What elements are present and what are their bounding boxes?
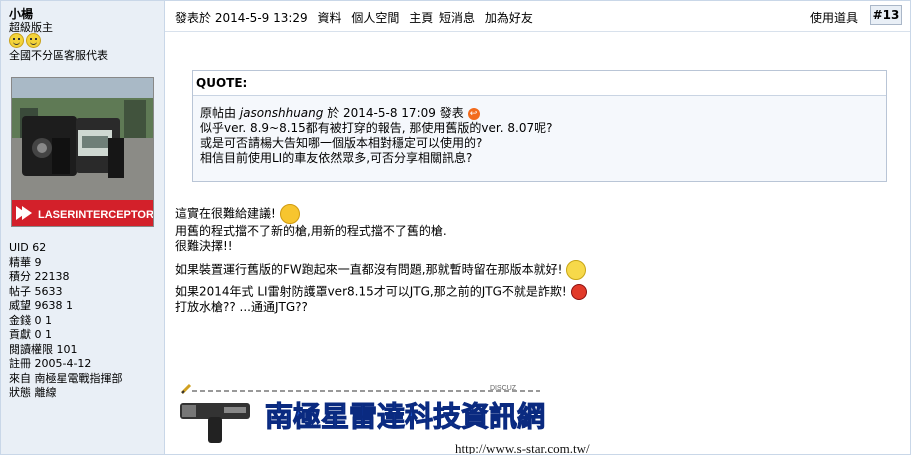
message-line: 如果2014年式 LI雷射防護罩ver8.15才可以JTG,那之前的JTG不就是… xyxy=(175,284,567,299)
post-message: 這實在很難給建議! 用舊的程式擋不了新的槍,用新的程式擋不了舊的槍. 很難決擇!… xyxy=(175,204,587,315)
quote-header: QUOTE: xyxy=(193,71,886,96)
quote-block: QUOTE: 原帖由 jasonshhuang 於 2014-5-8 17:09… xyxy=(192,70,887,182)
stat-row: 帖子 5633 xyxy=(9,284,63,298)
author-custom-title: 全國不分區客服代表 xyxy=(9,49,108,62)
avatar[interactable]: LASERINTERCEPTOR xyxy=(11,77,154,227)
message-line: 打放水槍?? ...通通JTG?? xyxy=(175,300,308,314)
pencil-icon xyxy=(180,383,192,395)
stat-row: 閱讀權限 101 xyxy=(9,342,78,356)
grin-emoticon-icon xyxy=(566,260,587,280)
stat-row: 註冊 2005-4-12 xyxy=(9,357,92,370)
stat-row: 來自 南極星電戰指揮部 xyxy=(9,371,123,385)
quote-line: 或是可否請楊大告知哪一個版本相對穩定可以使用的? xyxy=(200,136,483,150)
smiley-icon xyxy=(9,33,24,48)
link-space[interactable]: 個人空間 xyxy=(351,11,399,25)
avatar-logo-text: LASERINTERCEPTOR xyxy=(38,209,153,221)
quote-user-link[interactable]: jasonshhuang xyxy=(240,106,324,120)
quote-origin: 原帖由 jasonshhuang 於 2014-5-8 17:09 發表 ↩ xyxy=(200,106,886,121)
author-sidebar: 小楊 超級版主 全國不分區客服代表 LASERINTERCEPTOR UID 6… xyxy=(1,1,165,454)
author-stats: UID 62 精華 9 積分 22138 帖子 5633 威望 9638 1 金… xyxy=(9,241,123,401)
stat-row: 金錢 0 1 xyxy=(9,313,52,327)
stat-row: 狀態 離線 xyxy=(9,386,57,399)
stat-row: 積分 22138 xyxy=(9,270,70,283)
discuz-tag: DISCUZ xyxy=(490,385,517,392)
stat-row: 貢獻 0 1 xyxy=(9,328,52,341)
banner-title: 南極星雷達科技資訊網 xyxy=(265,400,545,433)
post-container: 小楊 超級版主 全國不分區客服代表 LASERINTERCEPTOR UID 6… xyxy=(0,0,911,456)
post-info: 發表於 2014-5-9 13:29 資料 個人空間 主頁 短消息 加為好友 xyxy=(175,9,539,26)
wink-emoticon-icon xyxy=(279,204,300,224)
post-main: 發表於 2014-5-9 13:29 資料 個人空間 主頁 短消息 加為好友 使… xyxy=(165,1,910,456)
post-header: 發表於 2014-5-9 13:29 資料 個人空間 主頁 短消息 加為好友 使… xyxy=(165,1,910,32)
smiley-icon xyxy=(26,33,41,48)
stat-row: 精華 9 xyxy=(9,255,42,269)
link-homepage[interactable]: 主頁 xyxy=(409,11,433,25)
goto-post-icon[interactable]: ↩ xyxy=(467,107,480,120)
use-tools-link[interactable]: 使用道具 xyxy=(810,9,858,26)
floor-number[interactable]: #13 xyxy=(870,5,902,25)
message-line: 如果裝置運行舊版的FW跑起來一直都沒有問題,那就暫時留在那版本就好! xyxy=(175,262,563,277)
signature: DISCUZ 南極星雷達科技資訊網 http://www.s-star.com.… xyxy=(180,381,770,456)
stat-row: UID 62 xyxy=(9,241,47,254)
post-date: 發表於 2014-5-9 13:29 xyxy=(175,11,308,25)
link-pm[interactable]: 短消息 xyxy=(439,11,475,25)
angry-emoticon-icon xyxy=(570,284,587,300)
message-line: 用舊的程式擋不了新的槍,用新的程式擋不了舊的槍. xyxy=(175,224,447,238)
message-line: 很難決擇!! xyxy=(175,239,233,253)
quote-body: 原帖由 jasonshhuang 於 2014-5-8 17:09 發表 ↩ 似… xyxy=(193,96,886,166)
laser-gun-icon xyxy=(180,403,250,443)
link-add-friend[interactable]: 加為好友 xyxy=(485,11,533,25)
quote-line: 似乎ver. 8.9~8.15都有被打穿的報告, 那使用舊版的ver. 8.07… xyxy=(200,121,553,135)
quote-line: 相信目前使用LI的車友依然眾多,可否分享相關訊息? xyxy=(200,151,473,165)
banner-url[interactable]: http://www.s-star.com.tw/ xyxy=(455,441,590,456)
link-profile[interactable]: 資料 xyxy=(318,11,342,25)
message-line: 這實在很難給建議! xyxy=(175,206,276,221)
stat-row: 威望 9638 1 xyxy=(9,299,73,312)
